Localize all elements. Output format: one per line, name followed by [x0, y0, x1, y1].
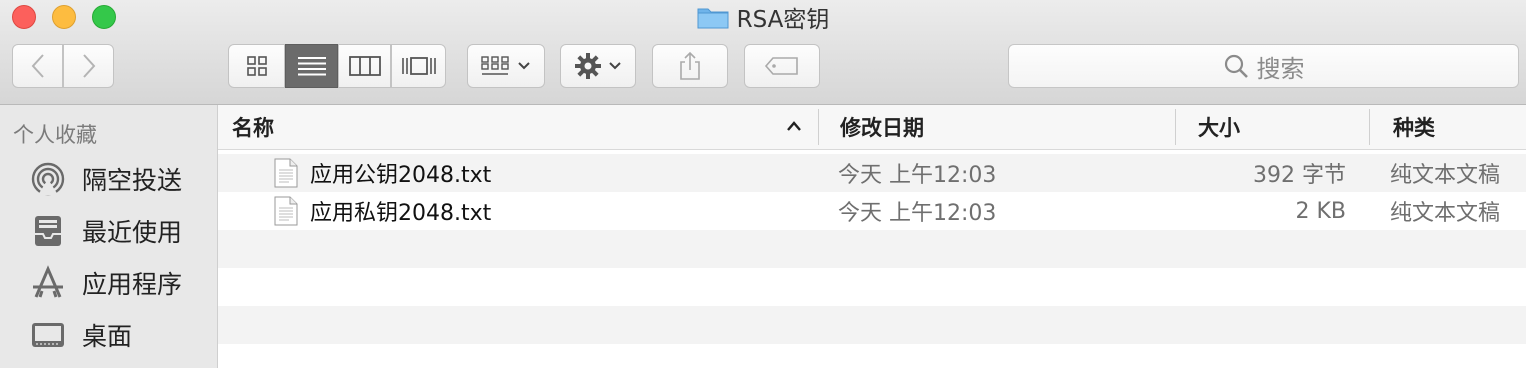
sidebar-item-label: 桌面 [82, 322, 133, 351]
list-icon [297, 57, 326, 76]
gallery-view-button[interactable] [391, 44, 446, 88]
empty-row [218, 306, 1526, 344]
zoom-window-button[interactable] [92, 5, 116, 29]
file-row[interactable]: 应用公钥2048.txt 今天 上午12:03 392 字节 纯文本文稿 [218, 154, 1526, 192]
arrange-button[interactable] [467, 44, 545, 88]
file-list: 名称 修改日期 大小 种类 应用公钥2048.txt 今天 上午12:03 39… [218, 105, 1526, 368]
sidebar-section-title: 个人收藏 [13, 123, 97, 147]
file-name: 应用私钥2048.txt [310, 201, 492, 226]
file-kind: 纯文本文稿 [1390, 201, 1501, 226]
sidebar-item-recents[interactable]: 最近使用 [30, 211, 182, 251]
grid-icon [246, 56, 267, 76]
search-placeholder: 搜索 [1256, 54, 1305, 83]
column-header-kind[interactable]: 种类 [1393, 105, 1435, 149]
search-icon [1224, 54, 1248, 78]
icon-view-button[interactable] [228, 44, 285, 88]
sidebar-item-label: 应用程序 [82, 270, 183, 299]
applications-icon [33, 265, 63, 298]
column-header-date[interactable]: 修改日期 [840, 105, 924, 149]
chevron-right-icon [82, 54, 95, 78]
tag-icon [764, 57, 798, 75]
file-size: 2 KB [1295, 198, 1346, 224]
column-divider[interactable] [1369, 109, 1370, 145]
gear-icon [575, 53, 601, 79]
column-header-row: 名称 修改日期 大小 种类 [218, 105, 1526, 150]
sidebar-item-airdrop[interactable]: 隔空投送 [30, 159, 182, 199]
sidebar-item-desktop[interactable]: 桌面 [30, 315, 132, 355]
minimize-window-button[interactable] [52, 5, 76, 29]
gallery-icon [401, 57, 436, 75]
column-divider[interactable] [818, 109, 819, 145]
chevron-down-icon [518, 62, 530, 70]
recents-icon [35, 216, 61, 246]
forward-button[interactable] [63, 44, 114, 88]
share-icon [680, 51, 700, 80]
action-menu-button[interactable] [560, 44, 636, 88]
sort-ascending-icon [787, 121, 801, 131]
column-divider[interactable] [1175, 109, 1176, 145]
sidebar-item-applications[interactable]: 应用程序 [30, 263, 182, 303]
search-field[interactable]: 搜索 [1008, 44, 1519, 88]
window-title: RSA密钥 [736, 7, 830, 33]
share-button[interactable] [652, 44, 728, 88]
file-date: 今天 上午12:03 [838, 201, 997, 226]
sidebar: 个人收藏 隔空投送 最近使用 应用程序 桌面 [0, 105, 218, 368]
file-size: 392 字节 [1253, 163, 1346, 188]
desktop-icon [32, 323, 64, 347]
column-view-button[interactable] [338, 44, 391, 88]
text-file-icon [274, 158, 298, 188]
arrange-grid-icon [481, 56, 509, 75]
airdrop-icon [31, 162, 65, 196]
columns-icon [348, 56, 381, 76]
text-file-icon [274, 196, 298, 226]
file-name: 应用公钥2048.txt [310, 163, 492, 188]
file-row[interactable]: 应用私钥2048.txt 今天 上午12:03 2 KB 纯文本文稿 [218, 192, 1526, 230]
empty-row [218, 344, 1526, 368]
chevron-left-icon [31, 54, 44, 78]
close-window-button[interactable] [12, 5, 36, 29]
empty-row [218, 268, 1526, 306]
empty-row [218, 230, 1526, 268]
window-title-bar: RSA密钥 [0, 0, 1526, 34]
sidebar-item-label: 隔空投送 [82, 166, 183, 195]
folder-icon [697, 8, 729, 29]
sidebar-item-label: 最近使用 [82, 218, 183, 247]
column-header-name[interactable]: 名称 [232, 105, 274, 149]
file-kind: 纯文本文稿 [1390, 163, 1501, 188]
list-view-button[interactable] [285, 44, 338, 88]
window-toolbar: RSA密钥 搜索 [0, 0, 1526, 105]
chevron-down-icon [609, 62, 621, 70]
back-button[interactable] [12, 44, 63, 88]
column-header-size[interactable]: 大小 [1198, 105, 1240, 149]
tags-button[interactable] [744, 44, 820, 88]
file-date: 今天 上午12:03 [838, 163, 997, 188]
